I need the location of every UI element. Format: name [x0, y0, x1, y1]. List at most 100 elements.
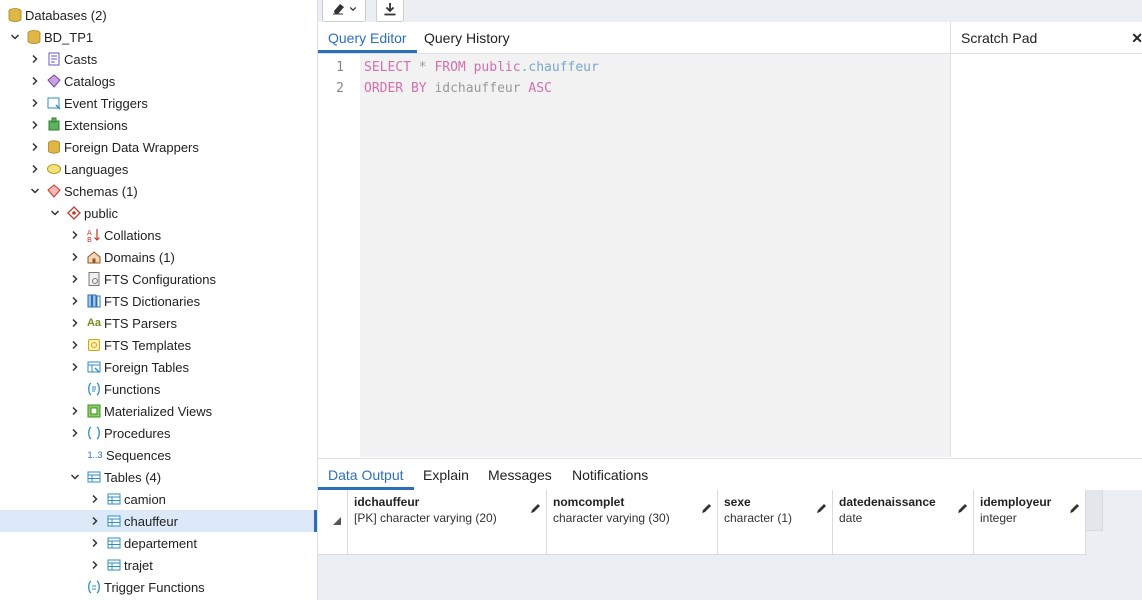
column-header-datedenaissance[interactable]: datedenaissance date	[833, 490, 974, 531]
tab-explain[interactable]: Explain	[423, 459, 469, 490]
chevron-down-icon	[349, 5, 357, 13]
grid-cell[interactable]	[348, 530, 547, 555]
scratch-pad-panel: Scratch Pad ✕	[950, 22, 1142, 457]
tree-item-procedures[interactable]: Procedures	[0, 422, 317, 444]
tree-item-event-triggers[interactable]: Event Triggers	[0, 92, 317, 114]
select-all-cell[interactable]	[318, 490, 348, 531]
tree-item-databases[interactable]: Databases (2)	[0, 4, 317, 26]
tab-data-output[interactable]: Data Output	[318, 459, 413, 490]
chevron-down-icon[interactable]	[68, 470, 82, 484]
tree-item-catalogs[interactable]: Catalogs	[0, 70, 317, 92]
chevron-right-icon[interactable]	[68, 250, 82, 264]
tree-item-extensions[interactable]: Extensions	[0, 114, 317, 136]
tree-item-table-departement[interactable]: departement	[0, 532, 317, 554]
column-type: character varying (30)	[553, 511, 670, 525]
chevron-right-icon[interactable]	[68, 338, 82, 352]
chevron-right-icon[interactable]	[88, 536, 102, 550]
chevron-right-icon[interactable]	[88, 492, 102, 506]
chevron-down-icon[interactable]	[8, 30, 22, 44]
line-number: 2	[336, 81, 344, 96]
sql-schema-name: public	[473, 60, 521, 75]
tree-item-label: BD_TP1	[44, 29, 94, 45]
column-header-idchauffeur[interactable]: idchauffeur [PK] character varying (20)	[348, 490, 547, 531]
grid-header-filler	[1086, 490, 1103, 531]
tree-item-label: Sequences	[106, 447, 172, 463]
tree-item-casts[interactable]: Casts	[0, 48, 317, 70]
pencil-icon[interactable]	[529, 503, 541, 515]
tree-item-foreign-data-wrappers[interactable]: Foreign Data Wrappers	[0, 136, 317, 158]
tab-query-editor[interactable]: Query Editor	[318, 22, 417, 53]
scratch-pad-textarea[interactable]	[951, 54, 1142, 457]
tree-item-domains[interactable]: Domains (1)	[0, 246, 317, 268]
chevron-right-icon[interactable]	[88, 514, 102, 528]
tree-item-fts-dictionaries[interactable]: FTS Dictionaries	[0, 290, 317, 312]
tree-item-label: Materialized Views	[104, 403, 213, 419]
scratch-pad-header: Scratch Pad ✕	[951, 22, 1142, 54]
tree-item-public[interactable]: public	[0, 202, 317, 224]
chevron-right-icon[interactable]	[68, 426, 82, 440]
tree-item-fts-templates[interactable]: FTS Templates	[0, 334, 317, 356]
chevron-right-icon[interactable]	[28, 74, 42, 88]
tree-item-bd-tp1[interactable]: BD_TP1	[0, 26, 317, 48]
tree-item-trigger-functions[interactable]: Trigger Functions	[0, 576, 317, 598]
chevron-right-icon[interactable]	[28, 140, 42, 154]
tree-item-fts-parsers[interactable]: Aa FTS Parsers	[0, 312, 317, 334]
tree-item-foreign-tables[interactable]: Foreign Tables	[0, 356, 317, 378]
clear-button[interactable]	[322, 0, 366, 22]
tree-item-functions[interactable]: Functions	[0, 378, 317, 400]
column-header-idemployeur[interactable]: idemployeur integer	[974, 490, 1086, 531]
chevron-right-icon[interactable]	[68, 404, 82, 418]
row-selector-cell[interactable]	[318, 530, 348, 555]
chevron-right-icon[interactable]	[68, 316, 82, 330]
tab-messages[interactable]: Messages	[488, 459, 552, 490]
chevron-down-icon[interactable]	[28, 184, 42, 198]
tree-item-label: Functions	[104, 381, 161, 397]
tree-item-materialized-views[interactable]: Materialized Views	[0, 400, 317, 422]
grid-cell[interactable]	[974, 530, 1086, 555]
chevron-right-icon[interactable]	[88, 558, 102, 572]
tree-item-label: Catalogs	[64, 73, 116, 89]
tree-item-table-trajet[interactable]: trajet	[0, 554, 317, 576]
chevron-right-icon[interactable]	[28, 162, 42, 176]
tree-item-sequences[interactable]: 1..3 Sequences	[0, 444, 317, 466]
chevron-right-icon[interactable]	[28, 96, 42, 110]
tree-item-label: Foreign Tables	[104, 359, 190, 375]
tree-item-fts-configurations[interactable]: FTS Configurations	[0, 268, 317, 290]
foreign-data-wrappers-icon	[46, 139, 62, 155]
pencil-icon[interactable]	[700, 503, 712, 515]
pencil-icon[interactable]	[815, 503, 827, 515]
column-header-nomcomplet[interactable]: nomcomplet character varying (30)	[547, 490, 718, 531]
chevron-down-icon[interactable]	[48, 206, 62, 220]
pencil-icon[interactable]	[956, 503, 968, 515]
chevron-right-icon[interactable]	[68, 228, 82, 242]
pencil-icon[interactable]	[1068, 503, 1080, 515]
table-icon	[106, 535, 122, 551]
tree-item-languages[interactable]: Languages	[0, 158, 317, 180]
grid-cell[interactable]	[833, 530, 974, 555]
tab-notifications[interactable]: Notifications	[572, 459, 648, 490]
column-header-sexe[interactable]: sexe character (1)	[718, 490, 833, 531]
fts-configurations-icon	[86, 271, 102, 287]
chevron-right-icon[interactable]	[28, 118, 42, 132]
tree-item-table-camion[interactable]: camion	[0, 488, 317, 510]
tree-item-table-chauffeur[interactable]: chauffeur	[0, 510, 317, 532]
tables-icon	[86, 469, 102, 485]
table-icon	[106, 491, 122, 507]
grid-cell[interactable]	[718, 530, 833, 555]
chevron-right-icon[interactable]	[68, 272, 82, 286]
databases-icon	[7, 7, 23, 23]
chevron-right-icon[interactable]	[28, 52, 42, 66]
tree-item-tables[interactable]: Tables (4)	[0, 466, 317, 488]
grid-cell[interactable]	[547, 530, 718, 555]
functions-icon	[86, 381, 102, 397]
sql-editor[interactable]: 1 2 SELECT * FROM public.chauffeur ORDER…	[318, 54, 950, 457]
chevron-right-icon[interactable]	[68, 294, 82, 308]
line-number: 1	[336, 60, 344, 75]
chevron-right-icon[interactable]	[68, 360, 82, 374]
tree-item-schemas[interactable]: Schemas (1)	[0, 180, 317, 202]
tab-query-history[interactable]: Query History	[424, 22, 510, 53]
materialized-views-icon	[86, 403, 102, 419]
tree-item-collations[interactable]: AB Collations	[0, 224, 317, 246]
close-icon[interactable]: ✕	[1131, 30, 1142, 47]
download-button[interactable]	[376, 0, 404, 22]
